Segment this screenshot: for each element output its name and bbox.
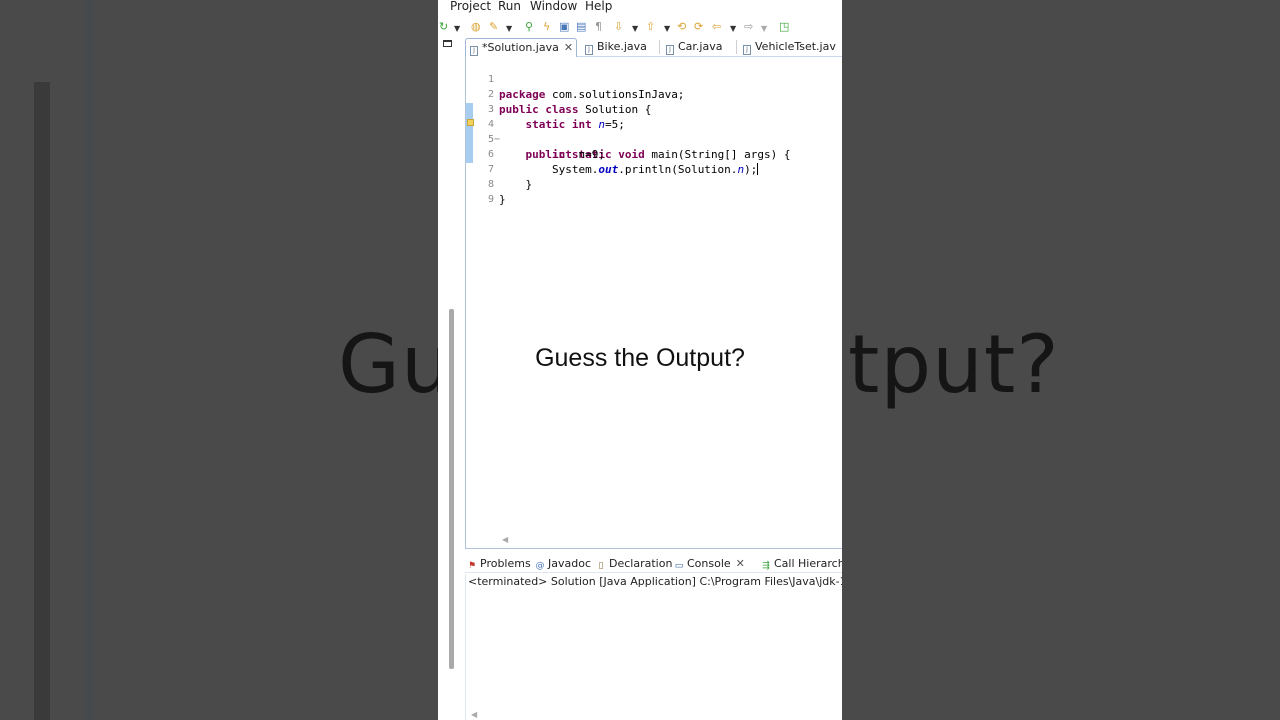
code-line: 2 public class Solution { bbox=[466, 72, 842, 116]
background-strip bbox=[84, 0, 94, 720]
last-edit-icon[interactable]: ⟲ bbox=[677, 20, 686, 34]
tab-label: Problems bbox=[480, 557, 531, 570]
tab-label: VehicleTset.jav bbox=[755, 40, 836, 53]
menu-bar: Project Run Window Help bbox=[438, 0, 842, 15]
tab-declaration[interactable]: ▯ Declaration bbox=[596, 556, 673, 571]
close-icon[interactable]: ✕ bbox=[564, 41, 573, 54]
minimize-icon[interactable] bbox=[443, 40, 452, 47]
left-gutter bbox=[438, 37, 464, 720]
tab-javadoc[interactable]: @ Javadoc bbox=[535, 556, 592, 571]
tab-label: *Solution.java bbox=[482, 41, 559, 54]
overlay-caption: Guess the Output? bbox=[535, 344, 745, 372]
code-line: 1 package com.solutionsInJava; bbox=[466, 57, 842, 101]
tab-label: Declaration bbox=[609, 557, 673, 570]
javadoc-icon: @ bbox=[535, 561, 545, 571]
code-line: 3 static int n=5; bbox=[466, 87, 842, 131]
menu-window[interactable]: Window bbox=[530, 0, 577, 13]
tab-label: Car.java bbox=[678, 40, 723, 53]
tab-car[interactable]: J Car.java bbox=[662, 38, 738, 57]
toolbar: ↻ ▼ ◍ ✎ ▼ ⚲ ϟ ▣ ▤ ¶ ⇩ ▼ ⇧ ▼ ⟲ ⟳ ⇦ ▼ ⇨ ▼ … bbox=[438, 17, 842, 37]
dropdown-arrow-icon[interactable]: ▼ bbox=[664, 22, 670, 36]
previous-annotation-icon[interactable]: ⇧ bbox=[646, 20, 655, 34]
console-view[interactable]: <terminated> Solution [Java Application]… bbox=[465, 574, 842, 720]
tab-vehicletset[interactable]: J VehicleTset.jav bbox=[739, 38, 842, 57]
code-line: 5 int n=9; bbox=[466, 117, 842, 161]
back-icon[interactable]: ⇦ bbox=[712, 20, 721, 34]
declaration-icon: ▯ bbox=[598, 561, 604, 571]
tab-solution[interactable]: J *Solution.java ✕ bbox=[465, 38, 577, 57]
block-select-icon[interactable]: ▤ bbox=[576, 20, 586, 34]
open-perspective-icon[interactable]: ◳ bbox=[779, 20, 789, 34]
java-file-icon: J bbox=[666, 45, 674, 55]
toggle-mark-icon[interactable]: ▣ bbox=[559, 20, 569, 34]
dropdown-arrow-icon[interactable]: ▼ bbox=[761, 22, 767, 36]
run-last-icon[interactable]: ↻ bbox=[439, 20, 448, 34]
editor-tabs: J *Solution.java ✕ J Bike.java J Car.java JV… bbox=[465, 37, 842, 57]
code-line: 7 } bbox=[466, 147, 842, 191]
forward-icon[interactable]: ⇨ bbox=[744, 20, 753, 34]
close-icon[interactable]: ✕ bbox=[736, 557, 745, 570]
background-strip bbox=[34, 82, 50, 720]
console-status: <terminated> Solution [Java Application]… bbox=[468, 575, 842, 588]
background-caption-left: Gu bbox=[338, 318, 453, 411]
call-hierarchy-icon: ⇶ bbox=[762, 561, 770, 571]
new-item-icon[interactable]: ✎ bbox=[489, 20, 498, 34]
problems-icon: ⚑ bbox=[467, 561, 477, 571]
tab-label: Bike.java bbox=[597, 40, 647, 53]
menu-help[interactable]: Help bbox=[585, 0, 612, 13]
scroll-left-icon[interactable]: ◀ bbox=[502, 535, 508, 544]
tab-call-hierarchy[interactable]: ⇶ Call Hierarchy bbox=[761, 556, 842, 571]
pin-icon[interactable]: ⚲ bbox=[525, 20, 533, 34]
tab-problems[interactable]: ⚑ Problems bbox=[467, 556, 531, 571]
dropdown-arrow-icon[interactable]: ▼ bbox=[454, 22, 460, 36]
tab-separator bbox=[659, 40, 660, 54]
bottom-view-tabs: ⚑ Problems @ Javadoc ▯ Declaration ▭ Console… bbox=[465, 554, 842, 573]
java-file-icon: J bbox=[743, 45, 751, 55]
java-file-icon: J bbox=[585, 45, 593, 55]
code-line: 9 bbox=[466, 177, 842, 205]
code-line: 6 System.out.println(Solution.n); bbox=[466, 132, 842, 176]
dropdown-arrow-icon[interactable]: ▼ bbox=[730, 22, 736, 36]
next-annotation-icon[interactable]: ⇩ bbox=[614, 20, 623, 34]
lightning-icon[interactable]: ϟ bbox=[543, 20, 550, 34]
tab-label: Javadoc bbox=[548, 557, 591, 570]
dropdown-arrow-icon[interactable]: ▼ bbox=[632, 22, 638, 36]
tab-bike[interactable]: J Bike.java bbox=[581, 38, 661, 57]
tab-label: Console bbox=[687, 557, 731, 570]
tab-console[interactable]: ▭ Console ✕ bbox=[674, 556, 745, 571]
menu-project[interactable]: Project bbox=[450, 0, 491, 13]
tab-label: Call Hierarchy bbox=[774, 557, 842, 570]
dropdown-arrow-icon[interactable]: ▼ bbox=[506, 22, 512, 36]
tab-separator bbox=[736, 40, 737, 54]
ide-window: Project Run Window Help ↻ ▼ ◍ ✎ ▼ ⚲ ϟ ▣ … bbox=[438, 0, 842, 720]
show-whitespace-icon[interactable]: ¶ bbox=[595, 20, 602, 34]
menu-run[interactable]: Run bbox=[498, 0, 521, 13]
forward-edit-icon[interactable]: ⟳ bbox=[694, 20, 703, 34]
code-line: 4 − public static void main(String[] arg… bbox=[466, 102, 842, 161]
java-file-icon: J bbox=[470, 46, 478, 56]
open-type-icon[interactable]: ◍ bbox=[471, 20, 481, 34]
console-icon: ▭ bbox=[674, 561, 684, 571]
code-editor[interactable]: 1 package com.solutionsInJava; 2 public … bbox=[465, 57, 842, 549]
code-line: 8 } bbox=[466, 162, 842, 206]
scroll-left-icon[interactable]: ◀ bbox=[471, 710, 477, 719]
background-caption-right: tput? bbox=[848, 318, 1060, 411]
line-number: 9 bbox=[487, 194, 494, 205]
